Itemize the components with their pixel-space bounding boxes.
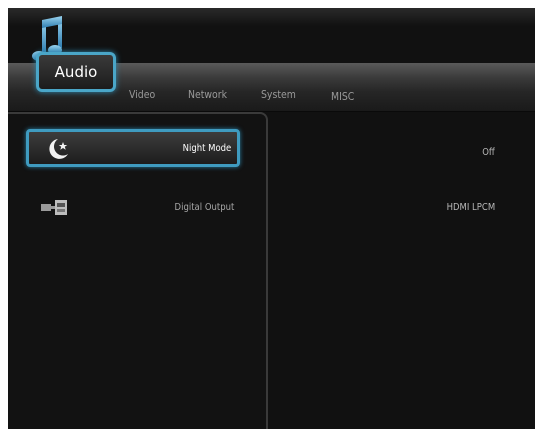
setting-label: Digital Output <box>174 202 234 213</box>
settings-screen: Audio Video Network System MISC Night Mo… <box>8 8 535 429</box>
setting-value-digital-output: HDMI LPCM <box>446 202 495 213</box>
setting-digital-output[interactable]: Digital Output <box>26 191 240 229</box>
top-glow <box>8 8 535 26</box>
setting-value-night-mode: Off <box>482 147 495 158</box>
digital-output-icon <box>41 200 67 215</box>
tab-system[interactable]: System <box>261 88 296 101</box>
moon-star-icon <box>49 139 68 159</box>
tab-video[interactable]: Video <box>129 88 155 101</box>
tab-network[interactable]: Network <box>188 88 227 101</box>
tab-audio[interactable]: Audio <box>36 52 116 92</box>
tab-misc[interactable]: MISC <box>331 90 354 103</box>
setting-night-mode[interactable]: Night Mode <box>26 129 240 167</box>
setting-label: Night Mode <box>182 143 231 154</box>
